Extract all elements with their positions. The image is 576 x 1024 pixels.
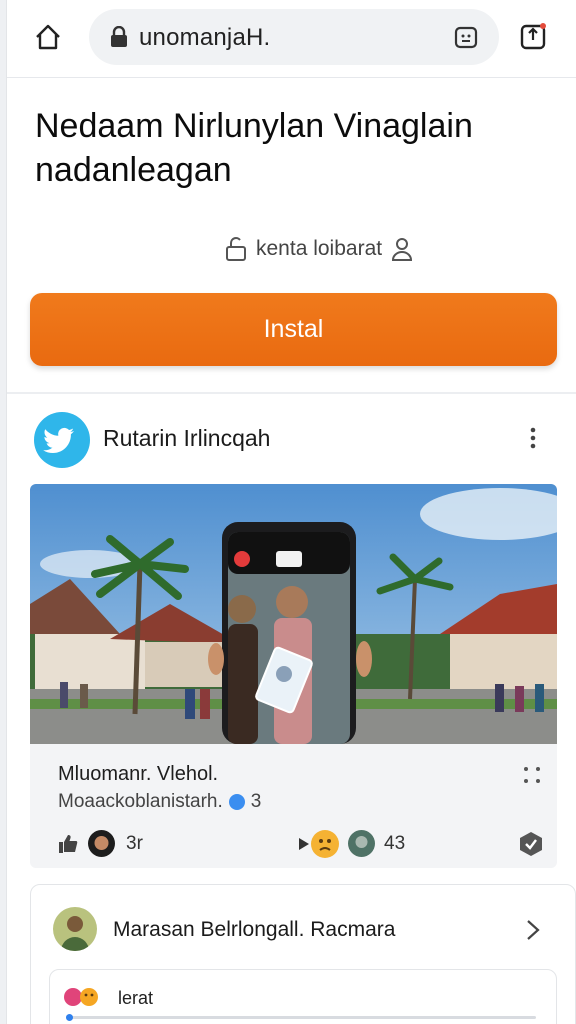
post-card-subtitle-text: Moaackoblanistarh. xyxy=(58,791,223,812)
address-bar[interactable]: unomanjaH. xyxy=(89,9,499,65)
post-card-subtitle: Moaackoblanistarh. 3 xyxy=(58,791,261,813)
more-vertical-icon[interactable] xyxy=(524,425,542,451)
post-image[interactable] xyxy=(30,484,557,744)
post-card-subtitle-suffix: 3 xyxy=(250,791,262,812)
avatar-face-icon xyxy=(355,836,368,848)
post-card-title[interactable]: Mluomanr. Vlehol. xyxy=(58,763,218,786)
suggestion-card[interactable]: Marasan Belrlongall. Racmara lerat xyxy=(30,884,576,1024)
progress-line xyxy=(66,1014,536,1021)
comment-text: lerat xyxy=(118,988,154,1008)
tab-switcher-icon[interactable] xyxy=(453,24,479,50)
twitter-bird-icon xyxy=(43,427,74,453)
worried-face-icon xyxy=(319,839,331,851)
left-edge xyxy=(0,0,7,1024)
emoji-reaction-icon[interactable] xyxy=(311,830,339,858)
divider xyxy=(7,392,576,394)
reaction-bar: 3r 43 xyxy=(58,830,548,860)
suggestion-avatar[interactable] xyxy=(53,907,97,951)
meta-row: kenta loibarat xyxy=(224,234,414,264)
verified-icon xyxy=(228,794,245,810)
emoji-reactions-icon xyxy=(64,988,98,1006)
suggestion-title[interactable]: Marasan Belrlongall. Racmara xyxy=(113,918,395,942)
person-photo-icon xyxy=(61,916,89,951)
url-text: unomanjaH. xyxy=(139,24,271,51)
play-icon[interactable] xyxy=(298,837,310,851)
install-button[interactable]: Instal xyxy=(30,293,557,366)
thumbs-up-icon[interactable] xyxy=(58,834,78,854)
reaction-count-left: 3r xyxy=(126,833,143,854)
reactor-avatar[interactable] xyxy=(88,830,115,857)
share-icon[interactable] xyxy=(517,20,549,52)
person-icon xyxy=(392,238,413,261)
meta-text: kenta loibarat xyxy=(256,237,383,260)
post-avatar[interactable] xyxy=(34,412,90,468)
shield-badge-icon[interactable] xyxy=(518,831,544,857)
post-author[interactable]: Rutarin Irlincqah xyxy=(103,425,270,452)
browser-toolbar: unomanjaH. xyxy=(7,0,576,78)
reaction-count-right: 43 xyxy=(384,833,406,854)
post-card-body: Mluomanr. Vlehol. Moaackoblanistarh. 3 3… xyxy=(30,744,557,868)
avatar-face-icon xyxy=(94,836,109,850)
village-photo xyxy=(30,484,557,744)
reactor-avatar-2[interactable] xyxy=(348,830,375,857)
home-icon[interactable] xyxy=(33,22,63,52)
comment-preview[interactable]: lerat xyxy=(49,969,557,1024)
dots-grid-icon[interactable] xyxy=(523,766,541,784)
lock-icon xyxy=(111,26,127,47)
page-headline: Nedaam Nirlunylan Vinaglain nadanleagan xyxy=(35,107,473,189)
chevron-right-icon[interactable] xyxy=(525,919,541,941)
lock-open-icon xyxy=(226,237,246,261)
